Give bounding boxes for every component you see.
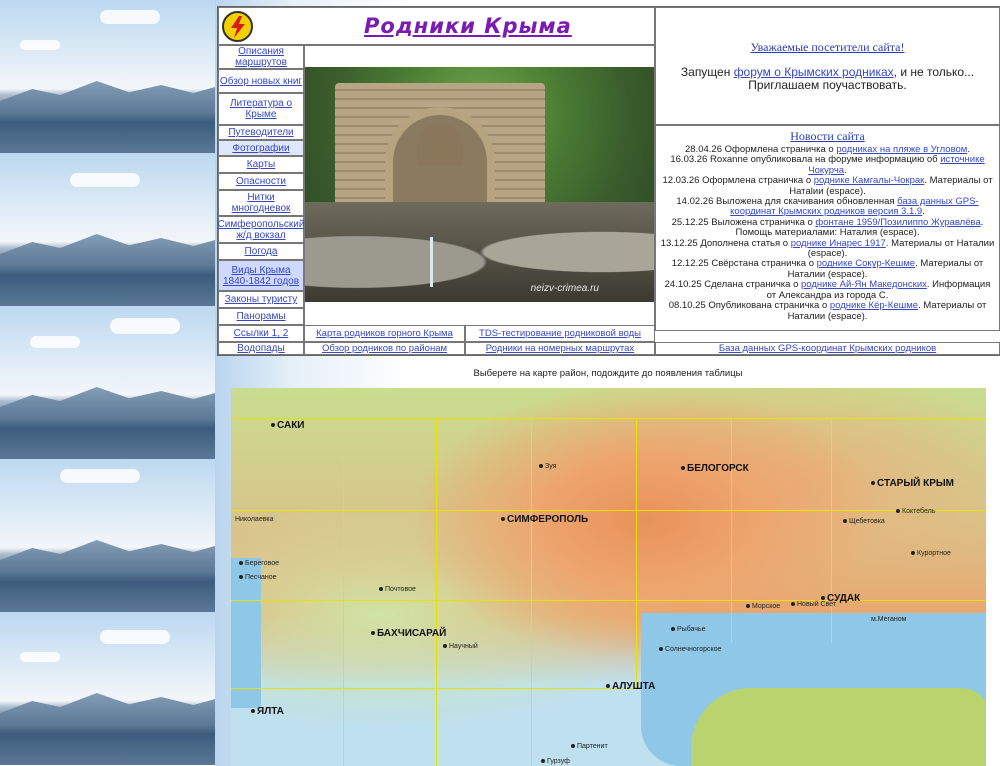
mountain-background-strip [0,0,215,766]
link-by-region[interactable]: Обзор родников по районам [304,342,465,355]
city-label: АЛУШТА [606,681,655,692]
map-caption: Выберете на карте район, подождите до по… [473,368,743,379]
map-grid-line [343,418,344,766]
link-routes[interactable]: Родники на номерных маршрутах [465,342,655,355]
news-link[interactable]: роднике Ай-Ян Македонских [801,279,927,290]
notice-box: Уважаемые посетители сайта! Запущен фору… [655,7,1000,125]
logo-cell: Родники Крыма [218,7,655,45]
city-label: Песчаное [239,574,277,581]
news-item: 08.10.25 Опубликована страничка о родник… [668,300,987,322]
news-box: Новости сайта 28.04.26 Оформлена странич… [655,125,1000,331]
nav-item-maps[interactable]: Карты [218,156,304,173]
map-grid-line [231,600,986,601]
map-grid-line [531,418,532,766]
nav-item-literature[interactable]: Литература о Крыме [218,93,304,125]
news-link[interactable]: роднике Кёр-Кешме [830,300,918,311]
nav-item-views-1840[interactable]: Виды Крыма 1840-1842 годов [218,260,304,291]
news-list: 28.04.26 Оформлена страничка о родниках … [660,144,995,322]
city-label: Щебетовка [843,518,885,525]
news-item: 12.12.25 Свёрстана страничка о роднике С… [671,258,984,280]
forum-link[interactable]: форум о Крымских родниках [734,65,894,79]
spring-fountain-photo[interactable]: neizv-crimea.ru [305,67,654,302]
photo-watermark: neizv-crimea.ru [530,283,599,294]
notice-title: Уважаемые посетители сайта! [750,40,905,54]
kerch-peninsula [691,688,986,766]
news-item: 12.03.26 Оформлена страничка о роднике К… [662,175,993,197]
link-mountain-map[interactable]: Карта родников горного Крыма [304,325,465,342]
crimea-region-map[interactable]: СИМФЕРОПОЛЬ БАХЧИСАРАЙ БЕЛОГОРСК СТАРЫЙ … [231,388,986,766]
city-label: Новый Свет [791,601,836,608]
city-label: м.Меганом [871,616,907,623]
nav-item-waterfalls[interactable]: Водопады [218,342,304,355]
news-item: 24.10.25 Сделана страничка о роднике Ай-… [664,279,991,301]
news-link[interactable]: роднике Инарес 1917 [791,238,886,249]
link-gps-database[interactable]: База данных GPS-координат Крымских родни… [655,342,1000,355]
link-tds-testing[interactable]: TDS-тестирование родниковой воды [465,325,655,342]
site-title[interactable]: Родники Крыма [364,14,572,38]
nav-item-weather[interactable]: Погода [218,243,304,260]
city-label: Почтовое [379,586,416,593]
city-label: Гурзуф [541,758,570,765]
city-label: Николаевка [235,516,274,523]
map-grid-line [731,418,732,643]
city-label: Зуя [539,463,556,470]
news-item: 13.12.25 Дополнена статья о роднике Инар… [660,237,995,260]
city-label: Рыбачье [671,626,705,633]
news-link[interactable]: родниках на пляже в Угловом [836,144,967,155]
map-grid-line [231,688,641,689]
nav-item-links[interactable]: Ссылки 1, 2 [218,325,304,342]
city-label: САКИ [271,420,305,431]
news-link[interactable]: роднике Камгалы-Чокрак [814,175,925,186]
city-label: Береговое [239,560,279,567]
map-grid-line [636,418,637,688]
news-item: 16.03.26 Roxanne опубликовала на форуме … [670,154,985,176]
city-label: Коктебель [896,508,935,515]
nav-item-multi-day[interactable]: Нитки многодневок [218,190,304,216]
nav-item-new-books[interactable]: Обзор новых книг [218,69,304,93]
city-label: СТАРЫЙ КРЫМ [871,478,954,489]
city-label: Курортное [911,550,951,557]
city-label: БАХЧИСАРАЙ [371,628,446,639]
map-grid-line [231,510,986,511]
map-grid-line [231,418,986,419]
nav-item-photos[interactable]: Фотографии [218,140,304,156]
map-grid-line [436,418,437,766]
city-label: Партенит [571,743,608,750]
city-label: СИМФЕРОПОЛЬ [501,514,588,525]
nav-item-dangers[interactable]: Опасности [218,173,304,190]
news-link[interactable]: роднике Сокур-Кешме [817,258,915,269]
lightning-logo-icon[interactable] [222,11,253,42]
city-label: ЯЛТА [251,706,284,717]
city-label: Солнечногорское [659,646,721,653]
header-table: Родники Крыма Описания маршрутов Обзор н… [217,6,1000,356]
city-label: Морское [746,603,780,610]
news-link[interactable]: фонтане 1959/Позилиппо Журавлёва [815,217,980,228]
city-label: Научный [443,643,478,650]
nav-item-routes[interactable]: Описания маршрутов [218,45,304,69]
nav-item-railway-station[interactable]: Симферопольский ж/д вокзал [218,216,304,243]
notice-body: Запущен форум о Крымских родниках, и не … [680,65,975,92]
city-label: БЕЛОГОРСК [681,463,749,474]
news-item: 14.02.26 Выложена для скачивания обновле… [676,196,979,218]
nav-item-laws[interactable]: Законы туристу [218,291,304,308]
nav-item-panoramas[interactable]: Панорамы [218,308,304,325]
news-item: 25.12.25 Выложена страничка о фонтане 19… [671,216,984,239]
news-title: Новости сайта [790,129,865,143]
nav-item-guidebooks[interactable]: Путеводители [218,125,304,140]
map-grid-line [831,418,832,643]
